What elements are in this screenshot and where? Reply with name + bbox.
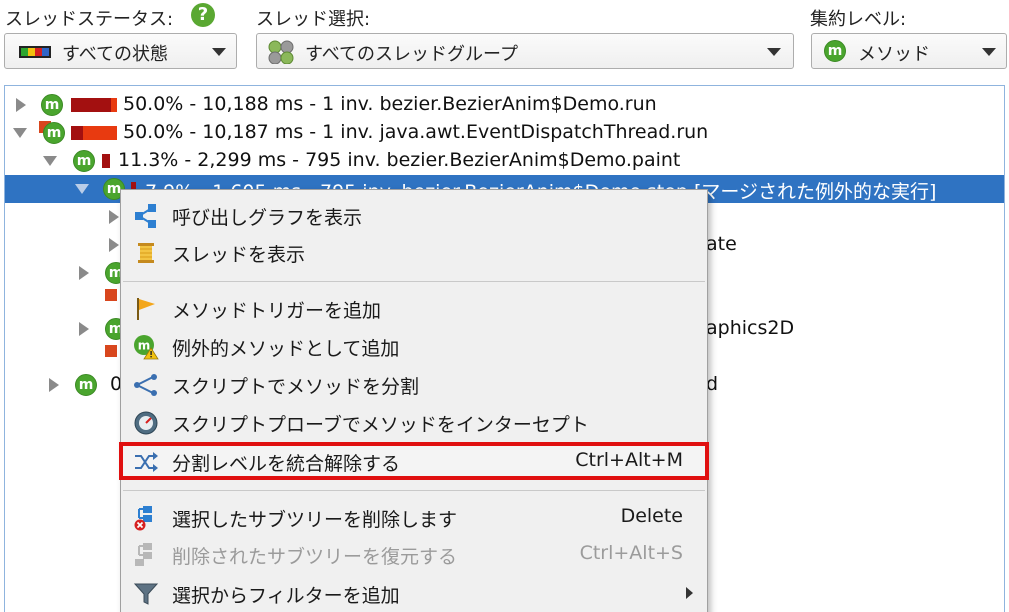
menu-item-label: 選択したサブツリーを削除します (172, 509, 458, 531)
agg-level-combo[interactable]: m メソッド (811, 33, 1007, 69)
thread-badge-icon (105, 289, 117, 301)
menu-separator (123, 281, 705, 282)
flag-icon (137, 298, 155, 320)
chevron-down-icon (212, 48, 226, 56)
menu-item-label: スクリプトプローブでメソッドをインターセプト (172, 414, 589, 436)
tree-row[interactable]: m 50.0% - 10,188 ms - 1 inv. bezier.Bezi… (5, 91, 1004, 119)
menu-item-restore-subtree[interactable]: 削除されたサブツリーを復元する Ctrl+Alt+S (121, 537, 707, 571)
tree-row-text: aphics2D (706, 317, 795, 339)
menu-item-add-exceptional-method[interactable]: m 例外的メソッドとして追加 (121, 329, 707, 363)
expand-icon[interactable] (109, 238, 119, 252)
profiler-window: スレッドステータス: ? すべての状態 スレッド選択: すべてのスレッドグループ… (0, 0, 1009, 612)
menu-item-shortcut: Delete (620, 505, 683, 527)
expand-icon[interactable] (79, 322, 89, 336)
help-glyph: ? (197, 4, 209, 25)
chevron-down-icon (767, 48, 781, 56)
time-bar (111, 98, 117, 112)
expand-icon[interactable] (109, 210, 119, 224)
menu-item-label: 削除されたサブツリーを復元する (172, 546, 458, 568)
menu-item-show-threads[interactable]: スレッドを表示 (121, 235, 707, 269)
thread-status-label: スレッドステータス: (5, 9, 174, 30)
time-bar (71, 126, 83, 140)
menu-item-show-call-graph[interactable]: 呼び出しグラフを表示 (121, 198, 707, 232)
menu-item-label: 例外的メソッドとして追加 (172, 338, 400, 360)
menu-item-delete-subtree[interactable]: 選択したサブツリーを削除します Delete (121, 500, 707, 534)
expand-icon[interactable] (16, 98, 26, 112)
thread-status-value: すべての状態 (62, 44, 169, 65)
thread-select-combo[interactable]: すべてのスレッドグループ (256, 33, 794, 69)
tree-row-text: 50.0% - 10,188 ms - 1 inv. bezier.Bezier… (123, 93, 657, 115)
method-icon: m (43, 122, 65, 144)
probe-gauge-icon (134, 411, 158, 435)
expand-icon[interactable] (49, 378, 59, 392)
chevron-down-icon (982, 48, 996, 56)
menu-item-label: スレッドを表示 (172, 244, 306, 266)
method-icon: m (41, 94, 63, 116)
menu-item-label: 分割レベルを統合解除する (172, 453, 401, 475)
tree-row[interactable]: m 50.0% - 10,187 ms - 1 inv. java.awt.Ev… (5, 119, 1004, 147)
tree-row-text: 11.3% - 2,299 ms - 795 inv. bezier.Bezie… (118, 149, 681, 171)
method-icon: m (73, 150, 95, 172)
time-bar (71, 98, 111, 112)
menu-item-intercept-script-probe[interactable]: スクリプトプローブでメソッドをインターセプト (121, 405, 707, 439)
menu-item-label: 呼び出しグラフを表示 (172, 207, 363, 229)
menu-separator (123, 490, 705, 491)
menu-item-shortcut: Ctrl+Alt+S (579, 542, 683, 564)
svg-text:m: m (138, 339, 151, 353)
collapse-icon[interactable] (75, 184, 89, 194)
thread-select-value: すべてのスレッドグループ (305, 44, 518, 65)
filter-icon (133, 583, 159, 605)
context-menu: 呼び出しグラフを表示 スレッドを表示 メソッドトリガーを追加 m 例外的メソッド… (119, 189, 709, 612)
time-bar (102, 154, 110, 168)
menu-item-add-method-trigger[interactable]: メソッドトリガーを追加 (121, 291, 707, 325)
shuffle-icon (135, 452, 158, 472)
thread-badge-icon (105, 345, 117, 357)
tree-row-text: 50.0% - 10,187 ms - 1 inv. java.awt.Even… (123, 121, 709, 143)
submenu-arrow-icon (686, 587, 693, 599)
help-icon[interactable]: ? (191, 3, 215, 27)
exceptional-method-icon: m (134, 335, 159, 360)
restore-subtree-icon (135, 543, 152, 566)
tree-row-text: ate (706, 233, 737, 255)
delete-subtree-icon (134, 506, 152, 531)
menu-item-label: スクリプトでメソッドを分割 (172, 376, 420, 398)
thread-select-label: スレッド選択: (256, 9, 371, 30)
menu-item-shortcut: Ctrl+Alt+M (575, 449, 683, 471)
method-icon: m (75, 374, 97, 396)
thread-state-color-icon (19, 46, 51, 58)
agg-level-value: メソッド (858, 44, 930, 65)
thread-spool-icon (138, 243, 154, 263)
time-bar (83, 126, 117, 140)
collapse-icon[interactable] (13, 128, 27, 138)
collapse-icon[interactable] (43, 156, 57, 166)
split-icon (134, 374, 157, 396)
menu-item-label: メソッドトリガーを追加 (172, 300, 382, 322)
agg-level-label: 集約レベル: (810, 9, 907, 30)
expand-icon[interactable] (79, 266, 89, 280)
method-icon: m (824, 40, 846, 62)
menu-item-label: 選択からフィルターを追加 (172, 585, 400, 607)
menu-item-unmerge-split-levels[interactable]: 分割レベルを統合解除する Ctrl+Alt+M (119, 442, 709, 480)
tree-row[interactable]: m 11.3% - 2,299 ms - 795 inv. bezier.Bez… (5, 147, 1004, 175)
menu-item-add-filter[interactable]: 選択からフィルターを追加 (121, 576, 707, 610)
menu-item-split-method-script[interactable]: スクリプトでメソッドを分割 (121, 367, 707, 401)
thread-status-combo[interactable]: すべての状態 (4, 33, 237, 69)
thread-group-icon (268, 40, 294, 64)
call-graph-icon (135, 204, 156, 228)
